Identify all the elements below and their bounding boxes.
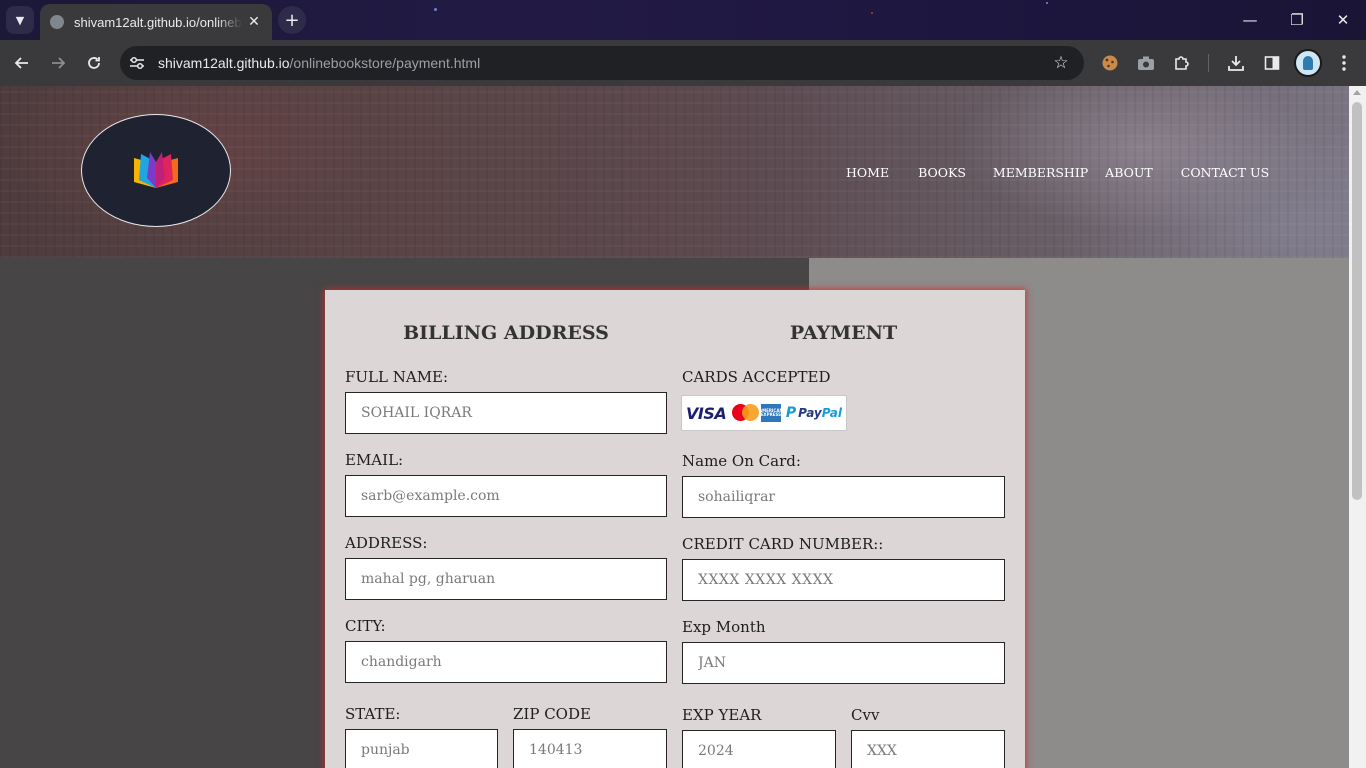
background-star: [1046, 2, 1048, 4]
paypal-word-pay: Pay: [798, 406, 822, 420]
payment-title: PAYMENT: [789, 322, 898, 344]
credit-card-number-label: CREDIT CARD NUMBER::: [682, 535, 884, 553]
browser-toolbar: shivam12alt.github.io/onlinebookstore/pa…: [0, 40, 1366, 86]
bookmark-star-icon[interactable]: ☆: [1048, 50, 1074, 76]
tab-close-icon[interactable]: ✕: [246, 14, 262, 30]
paypal-p-icon: P: [785, 405, 797, 421]
exp-year-input[interactable]: [682, 730, 836, 768]
back-button[interactable]: [8, 49, 36, 77]
camera-icon: [1138, 56, 1154, 70]
nav-contact-us[interactable]: CONTACT US: [1181, 165, 1269, 180]
nav-home[interactable]: HOME: [846, 165, 889, 180]
side-panel-button[interactable]: [1258, 49, 1286, 77]
url-host: shivam12alt.github.io: [158, 55, 290, 71]
plus-icon: +: [284, 9, 300, 31]
active-tab[interactable]: shivam12alt.github.io/onlinebookstore/pa…: [40, 4, 272, 40]
zip-code-input[interactable]: [513, 729, 667, 768]
side-panel-icon: [1264, 56, 1280, 70]
reload-icon: [88, 57, 100, 69]
puzzle-icon: [1175, 56, 1189, 70]
open-book-logo-icon: [134, 151, 178, 188]
minimize-button[interactable]: —: [1238, 8, 1262, 32]
city-label: CITY:: [345, 617, 386, 635]
forward-arrow-icon: [52, 57, 66, 69]
exp-month-input[interactable]: [682, 642, 1005, 684]
credit-card-number-input[interactable]: [682, 559, 1005, 601]
accepted-cards-image: VISA AMERICAN EXPRESS P PayPal: [681, 395, 847, 431]
cookie-icon: [1102, 55, 1118, 71]
avatar-figure-icon: [1303, 56, 1313, 70]
state-input[interactable]: [345, 729, 498, 768]
page-viewport: HOME BOOKS MEMBERSHIP ABOUT CONTACT US B…: [0, 86, 1349, 768]
paypal-logo: P PayPal: [786, 405, 842, 421]
page-scrollbar[interactable]: [1349, 86, 1366, 768]
city-input[interactable]: [345, 641, 667, 683]
zip-code-label: ZIP CODE: [513, 705, 591, 723]
site-info-button[interactable]: [124, 50, 150, 76]
toolbar-separator: [1208, 54, 1209, 72]
nav-membership[interactable]: MEMBERSHIP: [993, 165, 1088, 180]
url-path: /onlinebookstore/payment.html: [289, 55, 481, 71]
full-name-label: FULL NAME:: [345, 368, 449, 386]
exp-month-label: Exp Month: [682, 618, 766, 636]
background-star: [434, 8, 437, 11]
mastercard-logo-icon: [732, 404, 760, 422]
back-arrow-icon: [14, 57, 28, 69]
restore-button[interactable]: ❐: [1285, 8, 1309, 32]
background-star: [871, 12, 873, 14]
address-bar[interactable]: shivam12alt.github.io/onlinebookstore/pa…: [120, 46, 1084, 80]
exp-year-label: EXP YEAR: [682, 706, 762, 724]
paypal-word-pal: Pal: [821, 406, 842, 420]
url-text[interactable]: shivam12alt.github.io/onlinebookstore/pa…: [158, 55, 1048, 71]
cards-accepted-label: CARDS ACCEPTED: [682, 368, 831, 386]
main-nav: HOME BOOKS MEMBERSHIP ABOUT CONTACT US: [846, 165, 1269, 180]
checkout-form-card: BILLING ADDRESS FULL NAME: EMAIL: ADDRES…: [325, 290, 1025, 768]
profile-avatar[interactable]: [1294, 49, 1322, 77]
browser-tab-bar: ▼ shivam12alt.github.io/onlinebookstore/…: [0, 0, 1366, 40]
forward-button[interactable]: [44, 49, 72, 77]
cvv-label: Cvv: [851, 706, 880, 724]
billing-address-title: BILLING ADDRESS: [403, 322, 609, 344]
kebab-menu-icon: [1342, 55, 1346, 71]
cookie-extension-button[interactable]: [1096, 49, 1124, 77]
tab-search-button[interactable]: ▼: [6, 6, 34, 34]
chevron-down-icon: ▼: [15, 13, 25, 27]
close-window-button[interactable]: ✕: [1331, 8, 1355, 32]
email-label: EMAIL:: [345, 451, 404, 469]
name-on-card-input[interactable]: [682, 476, 1005, 518]
tab-title: shivam12alt.github.io/onlinebookstore/pa…: [74, 14, 242, 30]
tune-icon: [130, 56, 144, 70]
visa-logo: VISA: [686, 403, 727, 423]
state-label: STATE:: [345, 705, 401, 723]
download-icon: [1228, 56, 1244, 71]
header-banner: HOME BOOKS MEMBERSHIP ABOUT CONTACT US: [0, 86, 1349, 258]
email-input[interactable]: [345, 475, 667, 517]
site-logo[interactable]: [81, 114, 231, 227]
nav-books[interactable]: BOOKS: [918, 165, 966, 180]
new-tab-button[interactable]: +: [278, 6, 306, 34]
camera-extension-button[interactable]: [1132, 49, 1160, 77]
address-input[interactable]: [345, 558, 667, 600]
cvv-input[interactable]: [851, 730, 1005, 768]
extensions-button[interactable]: [1168, 49, 1196, 77]
globe-icon: [50, 15, 64, 29]
reload-button[interactable]: [80, 49, 108, 77]
full-name-input[interactable]: [345, 392, 667, 434]
downloads-button[interactable]: [1222, 49, 1250, 77]
address-label: ADDRESS:: [345, 534, 428, 552]
amex-logo: AMERICAN EXPRESS: [759, 404, 783, 422]
scroll-up-arrow-icon[interactable]: [1353, 90, 1361, 95]
scrollbar-thumb[interactable]: [1352, 102, 1362, 500]
nav-about[interactable]: ABOUT: [1105, 165, 1153, 180]
chrome-menu-button[interactable]: [1330, 49, 1358, 77]
name-on-card-label: Name On Card:: [682, 452, 801, 470]
